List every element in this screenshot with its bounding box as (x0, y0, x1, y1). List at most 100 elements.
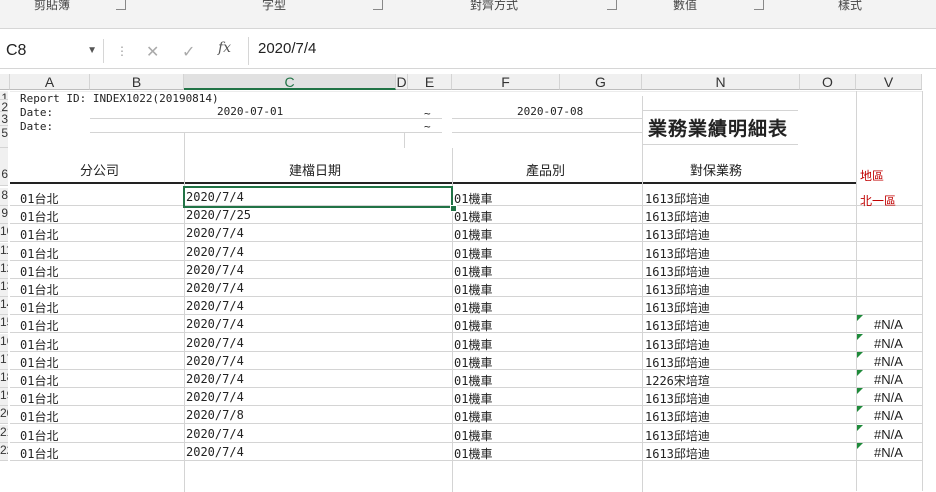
branch-cell[interactable]: 01台北 (20, 299, 58, 316)
chevron-down-icon[interactable]: ▼ (87, 39, 97, 63)
formula-input[interactable]: 2020/7/4 (258, 40, 316, 57)
branch-cell[interactable]: 01台北 (20, 336, 58, 353)
row-header[interactable]: 16 (0, 334, 8, 352)
row-header[interactable]: 10 (0, 224, 8, 242)
date-cell[interactable]: 2020/7/4 (186, 299, 244, 313)
alignment-launcher-icon[interactable] (607, 0, 617, 10)
enter-icon[interactable]: ✓ (182, 42, 195, 61)
column-header-A[interactable]: A (10, 74, 90, 90)
salesperson-cell[interactable]: 1613邱培迪 (645, 226, 710, 243)
active-cell-C8[interactable] (183, 186, 453, 208)
row-header[interactable]: 8 (0, 188, 8, 206)
error-indicator-icon[interactable] (857, 406, 863, 412)
column-header-G[interactable]: G (560, 74, 642, 90)
date-cell[interactable]: 2020/7/4 (186, 245, 244, 259)
row-header[interactable]: 20 (0, 406, 8, 424)
salesperson-cell[interactable]: 1613邱培迪 (645, 336, 710, 353)
date-cell[interactable]: 2020/7/4 (186, 445, 244, 459)
name-box[interactable]: C8 ▼ (0, 39, 104, 63)
date-cell[interactable]: 2020/7/4 (186, 354, 244, 368)
error-indicator-icon[interactable] (857, 334, 863, 340)
region-cell[interactable]: #N/A (874, 317, 903, 332)
fill-handle[interactable] (450, 205, 457, 212)
date-cell[interactable]: 2020/7/4 (186, 390, 244, 404)
salesperson-cell[interactable]: 1613邱培迪 (645, 427, 710, 444)
branch-cell[interactable]: 01台北 (20, 190, 58, 207)
column-header-O[interactable]: O (800, 74, 856, 90)
branch-cell[interactable]: 01台北 (20, 427, 58, 444)
salesperson-cell[interactable]: 1613邱培迪 (645, 208, 710, 225)
row-header[interactable]: 9 (0, 206, 8, 224)
salesperson-cell[interactable]: 1226宋培瑄 (645, 372, 710, 389)
date-cell[interactable]: 2020/7/4 (186, 281, 244, 295)
branch-cell[interactable]: 01台北 (20, 372, 58, 389)
date-cell[interactable]: 2020/7/4 (186, 317, 244, 331)
region-cell[interactable]: #N/A (874, 390, 903, 405)
column-header-F[interactable]: F (452, 74, 560, 90)
column-header-V[interactable]: V (856, 74, 922, 90)
row-header[interactable]: 11 (0, 243, 8, 261)
region-cell-first[interactable]: 北一區 (860, 192, 896, 209)
product-cell[interactable]: 01機車 (454, 372, 492, 389)
row-header[interactable]: 6 (0, 148, 8, 186)
row-header[interactable]: 15 (0, 315, 8, 333)
column-header-E[interactable]: E (408, 74, 452, 90)
date-cell[interactable]: 2020/7/8 (186, 408, 244, 422)
salesperson-cell[interactable]: 1613邱培迪 (645, 354, 710, 371)
date-cell[interactable]: 2020/7/4 (186, 263, 244, 277)
branch-cell[interactable]: 01台北 (20, 263, 58, 280)
salesperson-cell[interactable]: 1613邱培迪 (645, 445, 710, 462)
branch-cell[interactable]: 01台北 (20, 390, 58, 407)
row-header[interactable]: 18 (0, 370, 8, 388)
region-cell[interactable]: #N/A (874, 427, 903, 442)
branch-cell[interactable]: 01台北 (20, 281, 58, 298)
region-cell[interactable]: #N/A (874, 354, 903, 369)
column-header-D[interactable]: D (396, 74, 408, 90)
product-cell[interactable]: 01機車 (454, 281, 492, 298)
error-indicator-icon[interactable] (857, 352, 863, 358)
branch-cell[interactable]: 01台北 (20, 445, 58, 462)
date-cell[interactable]: 2020/7/4 (186, 427, 244, 441)
product-cell[interactable]: 01機車 (454, 263, 492, 280)
branch-cell[interactable]: 01台北 (20, 208, 58, 225)
region-cell[interactable]: #N/A (874, 408, 903, 423)
product-cell[interactable]: 01機車 (454, 208, 492, 225)
row-header[interactable]: 5 (0, 126, 8, 148)
row-header[interactable]: 12 (0, 261, 8, 279)
row-header[interactable]: 2 (0, 100, 8, 112)
number-launcher-icon[interactable] (754, 0, 764, 10)
row-header[interactable]: 22 (0, 443, 8, 461)
date-cell[interactable]: 2020/7/25 (186, 208, 251, 222)
error-indicator-icon[interactable] (857, 315, 863, 321)
clipboard-launcher-icon[interactable] (116, 0, 126, 10)
branch-cell[interactable]: 01台北 (20, 245, 58, 262)
salesperson-cell[interactable]: 1613邱培迪 (645, 408, 710, 425)
row-header[interactable]: 3 (0, 112, 8, 126)
error-indicator-icon[interactable] (857, 443, 863, 449)
salesperson-cell[interactable]: 1613邱培迪 (645, 390, 710, 407)
region-cell[interactable]: #N/A (874, 372, 903, 387)
branch-cell[interactable]: 01台北 (20, 317, 58, 334)
region-cell[interactable]: #N/A (874, 445, 903, 460)
product-cell[interactable]: 01機車 (454, 354, 492, 371)
column-header-C[interactable]: C (184, 74, 396, 90)
product-cell[interactable]: 01機車 (454, 445, 492, 462)
row-header[interactable]: 1 (0, 91, 8, 100)
product-cell[interactable]: 01機車 (454, 317, 492, 334)
product-cell[interactable]: 01機車 (454, 190, 492, 207)
date-cell[interactable]: 2020/7/4 (186, 336, 244, 350)
column-header-N[interactable]: N (642, 74, 800, 90)
product-cell[interactable]: 01機車 (454, 427, 492, 444)
row-header[interactable]: 13 (0, 279, 8, 297)
region-cell[interactable]: #N/A (874, 336, 903, 351)
salesperson-cell[interactable]: 1613邱培迪 (645, 299, 710, 316)
row-header[interactable]: 19 (0, 388, 8, 406)
error-indicator-icon[interactable] (857, 388, 863, 394)
product-cell[interactable]: 01機車 (454, 299, 492, 316)
salesperson-cell[interactable]: 1613邱培迪 (645, 263, 710, 280)
product-cell[interactable]: 01機車 (454, 226, 492, 243)
error-indicator-icon[interactable] (857, 370, 863, 376)
branch-cell[interactable]: 01台北 (20, 226, 58, 243)
cancel-icon[interactable]: ✕ (146, 42, 159, 61)
salesperson-cell[interactable]: 1613邱培迪 (645, 281, 710, 298)
